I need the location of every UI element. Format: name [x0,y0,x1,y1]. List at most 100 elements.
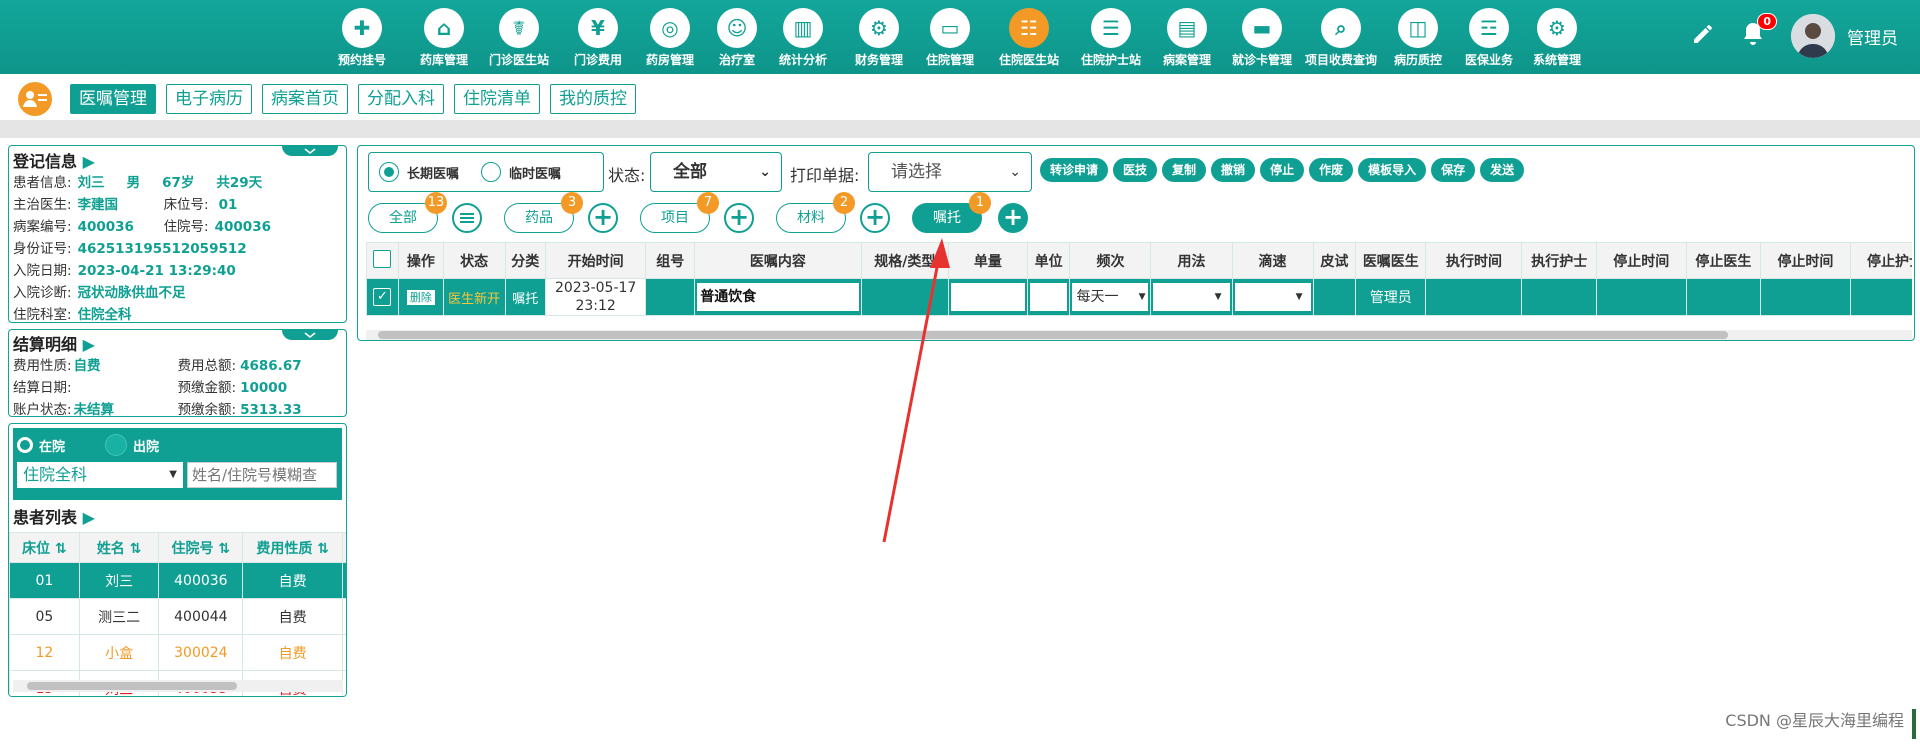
save-button[interactable]: 保存 [1431,158,1476,182]
order-col-header: 执行护士 [1521,242,1598,279]
module-finance-gear[interactable]: ⚙ 财务管理 [839,8,919,68]
order-content-input[interactable]: 普通饮食 [697,283,859,311]
tab-inpatient-list[interactable]: 住院清单 [454,84,540,114]
account-status: 未结算 [73,402,115,418]
sort-icon: ⇅ [317,540,329,557]
tab-assign-dept[interactable]: 分配入科 [358,84,444,114]
radio-long-term[interactable] [379,162,399,182]
radio-temporary[interactable] [481,162,502,182]
filter-drug-button[interactable]: 药品 3 [504,192,583,233]
order-col-header: 单位 [1026,242,1071,279]
print-select[interactable]: 请选择 ⌄ [868,152,1032,192]
patient-search-input[interactable] [187,462,337,488]
user-avatar[interactable] [1791,14,1835,58]
module-calendar-plus[interactable]: ✚ 预约挂号 [322,8,402,68]
module-quality[interactable]: ◫ 病历质控 [1378,8,1458,68]
unit-input[interactable] [1029,283,1068,311]
list-menu-icon[interactable] [452,203,482,233]
module-bed[interactable]: ▭ 住院管理 [910,8,990,68]
add-item-icon[interactable]: + [724,203,754,233]
dept: 住院全科 [77,307,132,323]
module-record[interactable]: ▤ 病案管理 [1147,8,1227,68]
order-row[interactable]: ✓ 删除 医生新开 嘱托 2023-05-17 23:12 普通饮食 每天一 ▼ ▼… [366,278,1912,316]
dept-label: 住院科室: [13,307,72,323]
dose-input[interactable] [950,283,1025,311]
order-col-header: 停止时间 [1596,242,1687,279]
patient-row[interactable]: 01 刘三 400036 自费 [9,562,346,599]
module-yen[interactable]: ¥ 门诊费用 [558,8,638,68]
radio-in-hospital[interactable] [17,437,33,453]
col-name[interactable]: 姓名 ⇅ [78,532,160,563]
module-doctor[interactable]: ☤ 门诊医生站 [479,8,559,68]
tab-emr[interactable]: 电子病历 [166,84,252,114]
edit-pencil-icon[interactable] [1691,22,1715,50]
referral-button[interactable]: 转诊申请 [1040,158,1109,182]
notification-bell-icon[interactable]: 0 [1741,13,1777,51]
module-settings[interactable]: ⚙ 系统管理 [1517,8,1597,68]
row-checkbox[interactable]: ✓ [366,278,399,316]
divider-bar [0,120,1920,138]
horizontal-scrollbar[interactable] [13,680,343,692]
dropdown-caret-icon: ▼ [169,469,177,480]
add-instruction-icon[interactable]: + [998,203,1028,233]
patient-bed: 05 [9,598,80,635]
module-label: 药房管理 [645,53,694,67]
order-col-header: 用法 [1150,242,1233,279]
stop-button[interactable]: 停止 [1260,158,1305,182]
filter-instruction-button[interactable]: 嘱托 1 [912,192,991,233]
user-name[interactable]: 管理员 [1847,24,1898,49]
copy-button[interactable]: 复制 [1162,158,1207,182]
patient-name: 小盒 [78,634,160,671]
dept-select[interactable]: 住院全科 ▼ [17,462,183,488]
tab-my-qc[interactable]: 我的质控 [550,84,636,114]
revoke-button[interactable]: 撤销 [1211,158,1256,182]
order-col-header: 频次 [1069,242,1152,279]
col-inpatient-no[interactable]: 住院号 ⇅ [158,532,244,563]
void-button[interactable]: 作废 [1309,158,1354,182]
send-button[interactable]: 发送 [1480,158,1525,182]
module-search-doc[interactable]: ⌕ 项目收费查询 [1301,8,1381,68]
medical-tech-button[interactable]: 医技 [1113,158,1158,182]
module-warehouse[interactable]: ⌂ 药库管理 [404,8,484,68]
tab-case-home[interactable]: 病案首页 [262,84,348,114]
patient-no: 300024 [158,634,244,671]
add-material-icon[interactable]: + [860,203,890,233]
patient-fee: 自费 [242,634,344,671]
collapse-chevron-icon[interactable] [282,329,338,340]
drip-rate-select[interactable]: ▼ [1234,283,1311,311]
tab-orders[interactable]: 医嘱管理 [70,84,156,114]
settlement-panel: 结算明细 ▶ 费用性质: 自费 费用总额: 4686.67 结算日期: 预缴金额… [8,329,347,418]
import-template-button[interactable]: 模板导入 [1358,158,1427,182]
group-no[interactable] [645,278,696,316]
radio-discharged[interactable] [105,434,128,456]
frequency-select[interactable]: 每天一 ▼ [1072,283,1149,311]
col-fee-type[interactable]: 费用性质 ⇅ [242,532,344,563]
insurance-icon: ☲ [1469,8,1509,48]
balance-amount: 5313.33 [240,402,302,418]
patient-row[interactable]: 05 测三二 400044 自费 [9,598,346,635]
add-drug-icon[interactable]: + [588,203,618,233]
module-card[interactable]: ▬ 就诊卡管理 [1222,8,1302,68]
sort-icon: ⇅ [129,540,142,557]
status-select[interactable]: 全部 ⌄ [650,152,782,192]
delete-row-button[interactable]: 删除 [405,289,436,306]
module-nurse[interactable]: ☰ 住院护士站 [1071,8,1151,68]
col-bed[interactable]: 床位 ⇅ [9,532,80,563]
usage-select[interactable]: ▼ [1153,283,1230,311]
patient-row[interactable]: 12 小盒 300024 自费 [9,634,346,671]
filter-all-button[interactable]: 全部 13 [368,192,447,233]
collapse-chevron-icon[interactable] [282,145,338,156]
sub-tab-bar: 医嘱管理 电子病历 病案首页 分配入科 住院清单 我的质控 [0,74,1920,120]
patient-bed: 01 [9,562,80,599]
chart-icon: ▥ [783,8,823,48]
sort-icon: ⇅ [54,540,67,557]
start-time-cell[interactable]: 2023-05-17 23:12 [545,278,647,316]
module-chart[interactable]: ▥ 统计分析 [763,8,843,68]
filter-item-button[interactable]: 项目 7 [640,192,719,233]
chevron-down-icon: ⌄ [1009,164,1021,180]
orders-horizontal-scrollbar[interactable] [366,330,1912,340]
module-inpatient-doctor[interactable]: ☷ 住院医生站 [989,8,1069,68]
filter-material-button[interactable]: 材料 2 [776,192,855,233]
select-all-checkbox[interactable] [366,242,399,279]
fee-type: 自费 [73,358,101,374]
